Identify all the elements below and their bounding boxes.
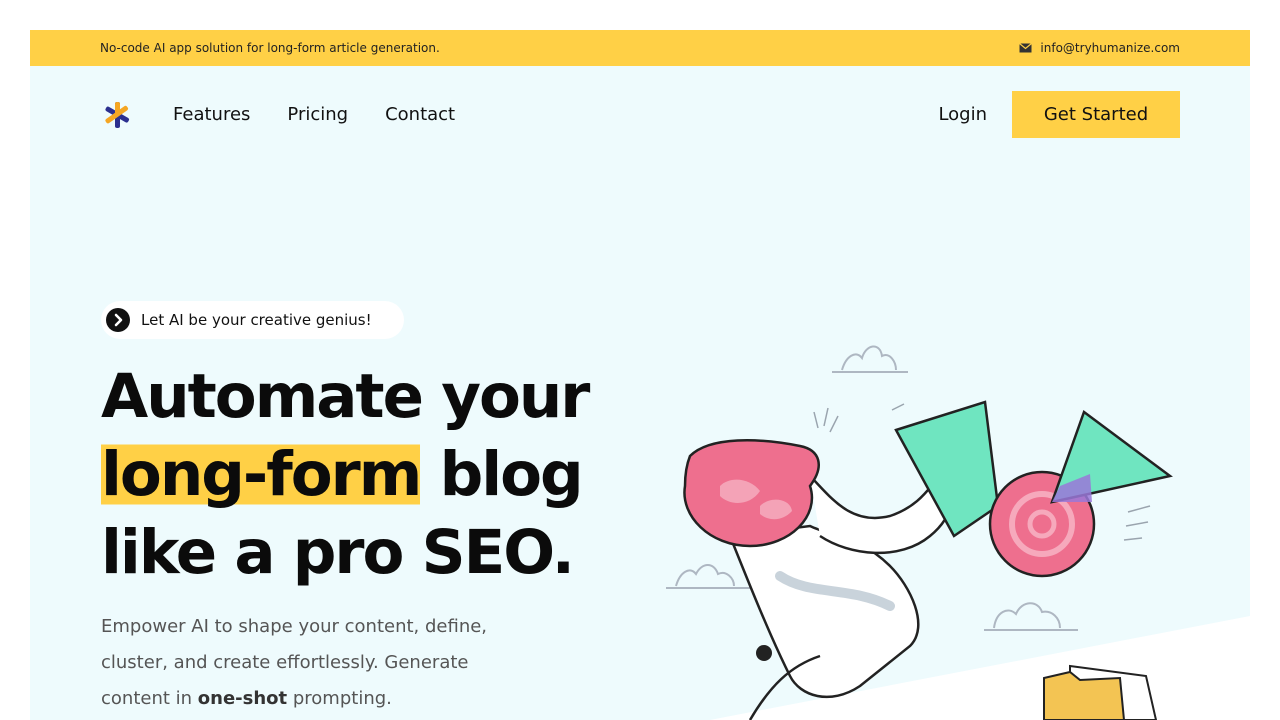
- brand-logo-icon[interactable]: [102, 100, 132, 130]
- main-nav: Features Pricing Contact Login Get Start…: [100, 91, 1180, 138]
- badge-text: Let AI be your creative genius!: [141, 311, 372, 329]
- mail-icon: [1019, 43, 1033, 53]
- hero-lead: Empower AI to shape your content, define…: [101, 609, 521, 717]
- announcement-text: No-code AI app solution for long-form ar…: [100, 41, 440, 55]
- hero-headline: Automate your long-form blog like a pro …: [101, 358, 661, 592]
- nav-links: Features Pricing Contact: [173, 104, 455, 125]
- contact-email[interactable]: info@tryhumanize.com: [1019, 41, 1180, 55]
- nav-link-pricing[interactable]: Pricing: [287, 104, 348, 125]
- headline-line-2-rest: blog: [420, 439, 584, 510]
- hero-section: Features Pricing Contact Login Get Start…: [30, 66, 1250, 720]
- headline-line-1: Automate your: [101, 361, 590, 432]
- get-started-button[interactable]: Get Started: [1012, 91, 1180, 138]
- nav-actions: Login Get Started: [938, 91, 1180, 138]
- nav-link-features[interactable]: Features: [173, 104, 250, 125]
- chevron-right-circle-icon: [106, 308, 130, 332]
- headline-highlight: long-form: [101, 439, 422, 510]
- nav-link-contact[interactable]: Contact: [385, 104, 455, 125]
- headline-line-3: like a pro SEO.: [101, 517, 575, 588]
- email-link[interactable]: info@tryhumanize.com: [1040, 41, 1180, 55]
- hero-badge[interactable]: Let AI be your creative genius!: [101, 301, 404, 339]
- lead-text-2: prompting.: [287, 688, 392, 709]
- login-link[interactable]: Login: [938, 104, 987, 125]
- lead-bold: one-shot: [197, 688, 288, 709]
- announcement-bar: No-code AI app solution for long-form ar…: [30, 30, 1250, 66]
